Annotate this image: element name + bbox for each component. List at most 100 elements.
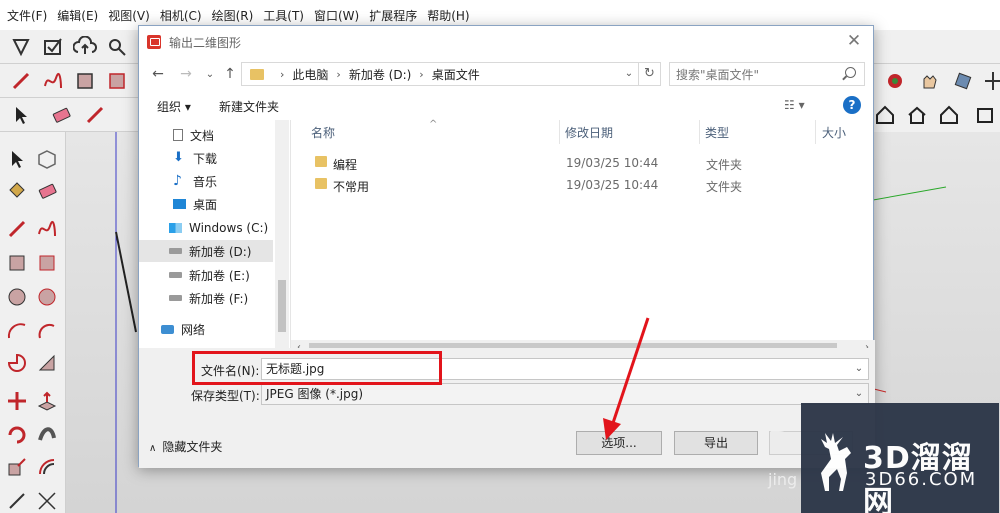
eraser-tool-icon[interactable]: [48, 102, 74, 128]
nav-item-drive-f[interactable]: 新加卷 (F:): [139, 287, 273, 309]
share-tool-icon[interactable]: [104, 34, 130, 60]
dimension-tool-icon[interactable]: [34, 488, 60, 513]
orbit-tool-icon[interactable]: [882, 68, 908, 94]
column-header-type[interactable]: 类型: [705, 120, 729, 146]
cloud-upload-icon[interactable]: [72, 34, 98, 60]
nav-item-downloads[interactable]: ⬇ 下载: [139, 147, 273, 169]
watermark-sub-text: 3D66.COM: [865, 469, 978, 490]
nav-item-music[interactable]: ♪ 音乐: [139, 170, 273, 192]
drive-icon: [169, 272, 182, 278]
nav-item-drive-d[interactable]: 新加卷 (D:): [139, 240, 273, 262]
scrollbar-thumb[interactable]: [278, 280, 286, 332]
file-row[interactable]: 编程 19/03/25 10:44 文件夹: [291, 152, 861, 174]
line-tool-icon[interactable]: [4, 216, 30, 242]
hide-folders-toggle[interactable]: ∧ 隐藏文件夹: [149, 438, 222, 455]
arrow-select-icon[interactable]: [8, 102, 34, 128]
checkbox-tool-icon[interactable]: [40, 34, 66, 60]
export-button[interactable]: 导出: [674, 431, 758, 455]
rectangle-icon[interactable]: [4, 250, 30, 276]
pencil-tool-icon[interactable]: [8, 68, 34, 94]
push-pull-icon[interactable]: [34, 388, 60, 414]
nav-item-network[interactable]: 网络: [139, 318, 273, 340]
tape-measure-icon[interactable]: [4, 488, 30, 513]
house-view-icon[interactable]: [904, 102, 930, 128]
nav-item-drive-c[interactable]: Windows (C:): [139, 217, 273, 239]
organize-button[interactable]: 组织 ▾: [157, 98, 191, 115]
menu-tools[interactable]: 工具(T): [258, 7, 309, 24]
breadcrumb-this-pc[interactable]: 此电脑: [292, 66, 328, 83]
navigation-row: ← → ⌄ ↑ › 此电脑 › 新加卷 (D:) › 桌面文件 ⌄ ↻ 搜索"桌面文件…: [139, 59, 875, 89]
polygon-tool-icon[interactable]: [34, 284, 60, 310]
close-icon[interactable]: ✕: [845, 32, 863, 50]
two-point-arc-icon[interactable]: [34, 318, 60, 344]
file-row[interactable]: 不常用 19/03/25 10:44 文件夹: [291, 174, 861, 196]
scale-tool-icon[interactable]: [4, 454, 30, 480]
column-divider[interactable]: [559, 120, 560, 144]
filetype-select[interactable]: JPEG 图像 (*.jpg) ⌄: [261, 383, 869, 405]
paint-bucket-icon[interactable]: [4, 178, 30, 204]
axes-tool-icon[interactable]: [980, 68, 1000, 94]
breadcrumb-desktop-files[interactable]: 桌面文件: [432, 66, 480, 83]
rotate-tool-icon[interactable]: [4, 422, 30, 448]
change-view-button[interactable]: ☷ ▾: [784, 98, 805, 112]
breadcrumb-drive-d[interactable]: 新加卷 (D:): [349, 66, 411, 83]
nav-item-label: 新加卷 (F:): [189, 291, 249, 306]
follow-me-icon[interactable]: [34, 422, 60, 448]
column-divider[interactable]: [815, 120, 816, 144]
circle-tool-icon[interactable]: [4, 284, 30, 310]
filetype-dropdown-icon[interactable]: ⌄: [852, 384, 866, 404]
home-view-icon[interactable]: [872, 102, 898, 128]
nav-pane-scrollbar[interactable]: [275, 120, 289, 348]
rotated-rectangle-icon[interactable]: [34, 250, 60, 276]
pan-tool-icon[interactable]: [916, 68, 942, 94]
component-tool-icon[interactable]: [34, 146, 60, 172]
refresh-icon[interactable]: ↻: [639, 62, 661, 86]
address-bar[interactable]: › 此电脑 › 新加卷 (D:) › 桌面文件 ⌄: [241, 62, 639, 86]
menu-view[interactable]: 视图(V): [103, 7, 155, 24]
pencil-dropdown-icon[interactable]: [82, 102, 108, 128]
front-view-icon[interactable]: [972, 102, 998, 128]
move-tool-icon[interactable]: [4, 388, 30, 414]
menu-window[interactable]: 窗口(W): [309, 7, 364, 24]
column-header-size[interactable]: 大小: [822, 120, 846, 146]
options-button[interactable]: 选项...: [576, 431, 662, 455]
nav-item-desktop[interactable]: 桌面: [139, 193, 273, 215]
up-arrow-icon[interactable]: ↑: [219, 63, 241, 85]
recent-locations-chevron-icon[interactable]: ⌄: [199, 63, 221, 85]
nav-item-documents[interactable]: 文档: [139, 124, 273, 146]
filename-dropdown-icon[interactable]: ⌄: [852, 359, 866, 379]
sketchup-app-icon: [147, 35, 161, 49]
watermark-partial-2: jing: [768, 470, 798, 489]
file-list: 名称 ^ 修改日期 类型 大小 编程 19/03/25 10:44 文件夹 不常…: [291, 119, 875, 356]
new-folder-button[interactable]: 新建文件夹: [219, 98, 279, 115]
menu-camera[interactable]: 相机(C): [155, 7, 207, 24]
forward-arrow-icon[interactable]: →: [175, 63, 197, 85]
menu-extensions[interactable]: 扩展程序: [364, 7, 422, 24]
layer-tool-icon[interactable]: [950, 68, 976, 94]
rotated-rectangle-tool-icon[interactable]: [104, 68, 130, 94]
select-tool-icon[interactable]: [8, 34, 34, 60]
menu-draw[interactable]: 绘图(R): [207, 7, 259, 24]
freehand-icon[interactable]: [34, 216, 60, 242]
arc-tool-icon[interactable]: [4, 318, 30, 344]
home-outline-icon[interactable]: [936, 102, 962, 128]
menu-help[interactable]: 帮助(H): [422, 7, 474, 24]
pie-tool-icon[interactable]: [4, 350, 30, 376]
menu-file[interactable]: 文件(F): [2, 7, 52, 24]
column-header-modified[interactable]: 修改日期: [565, 120, 613, 146]
sector-tool-icon[interactable]: [34, 350, 60, 376]
right-toolbar: [872, 64, 1000, 132]
rectangle-tool-icon[interactable]: [72, 68, 98, 94]
menu-edit[interactable]: 编辑(E): [52, 7, 103, 24]
select-arrow-icon[interactable]: [4, 146, 30, 172]
freehand-tool-icon[interactable]: [40, 68, 66, 94]
help-icon[interactable]: ?: [843, 96, 861, 114]
eraser-icon[interactable]: [34, 178, 60, 204]
nav-item-drive-e[interactable]: 新加卷 (E:): [139, 264, 273, 286]
address-dropdown-icon[interactable]: ⌄: [622, 66, 636, 82]
offset-tool-icon[interactable]: [34, 454, 60, 480]
column-divider[interactable]: [699, 120, 700, 144]
back-arrow-icon[interactable]: ←: [147, 63, 169, 85]
search-input[interactable]: 搜索"桌面文件": [669, 62, 865, 86]
column-header-name[interactable]: 名称: [311, 120, 335, 146]
